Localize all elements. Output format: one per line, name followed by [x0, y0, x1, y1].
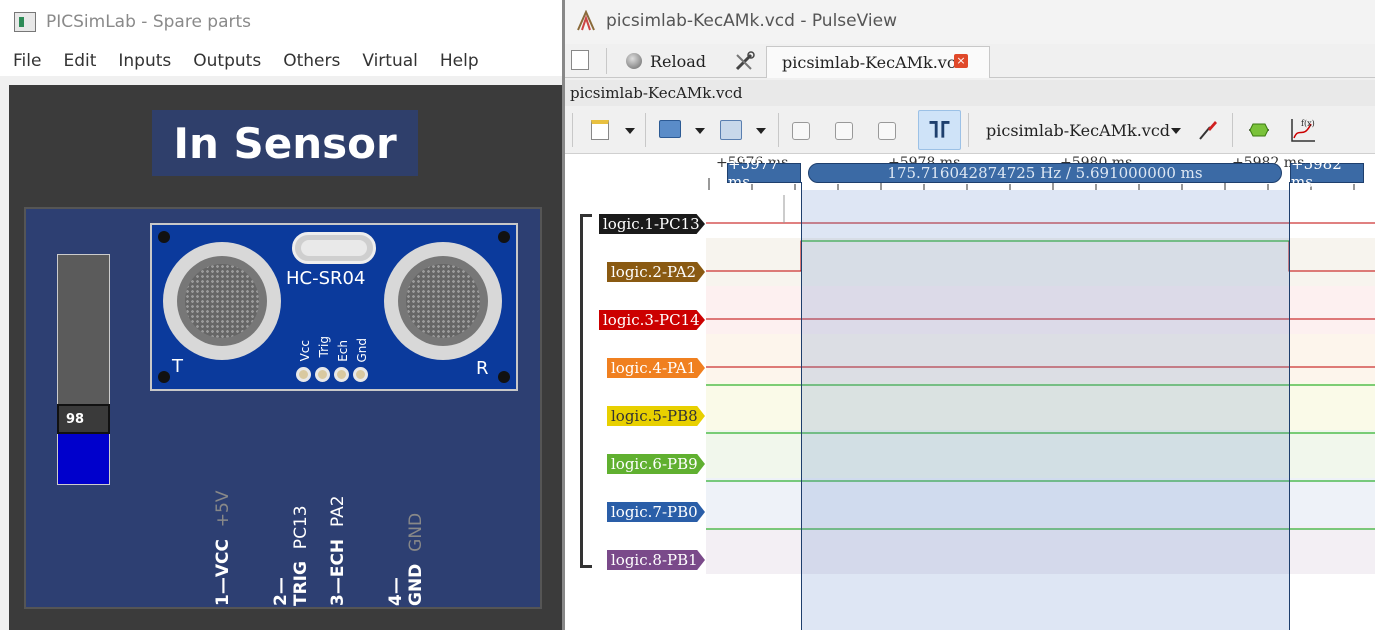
pin-pad-icon	[296, 367, 311, 382]
cursor-left-line[interactable]	[801, 182, 802, 630]
conn-name: GND	[406, 563, 426, 606]
chevron-down-icon[interactable]	[695, 128, 705, 134]
cursor-selection-region	[801, 190, 1290, 630]
cursor-left-flag[interactable]: +5977 ms	[727, 155, 801, 191]
distance-slider-thumb[interactable]: 98	[57, 404, 110, 434]
conn-name: TRIG	[291, 561, 311, 606]
save-icon[interactable]	[720, 120, 742, 140]
pin-pad-icon	[334, 367, 349, 382]
reload-icon	[626, 53, 642, 69]
signal-tag-logic7[interactable]: logic.7-PB0	[607, 502, 705, 522]
right-window-title: picsimlab-KecAMk.vcd - PulseView	[606, 11, 897, 31]
probe-icon[interactable]	[1196, 118, 1220, 142]
zoom-out-icon[interactable]	[835, 122, 853, 140]
reload-button[interactable]: Reload	[620, 46, 730, 76]
signal-tag-logic3[interactable]: logic.3-PC14	[599, 310, 705, 330]
mount-hole-icon	[498, 371, 510, 383]
receiver-label: R	[476, 358, 489, 379]
toolbar-separator	[645, 113, 646, 147]
toolbar-separator	[778, 113, 779, 147]
cursor-icon	[929, 120, 950, 138]
conn-signal: GND	[406, 512, 426, 552]
menu-file[interactable]: File	[13, 51, 41, 71]
chevron-down-icon[interactable]	[756, 128, 766, 134]
pin-label-vcc: Vcc	[298, 340, 312, 362]
svg-text:f(x): f(x)	[1301, 119, 1315, 128]
conn-num: 2	[271, 594, 291, 606]
menu-help[interactable]: Help	[440, 51, 479, 71]
toolbar-separator	[1232, 113, 1233, 147]
connection-vcc[interactable]: 1—VCC +5V	[213, 488, 233, 607]
signal-tag-logic8[interactable]: logic.8-PB1	[607, 550, 705, 570]
pin-label-gnd: Gnd	[355, 338, 369, 363]
conn-num: 4	[386, 594, 406, 606]
new-view-icon[interactable]	[591, 120, 609, 140]
zoom-fit-icon[interactable]	[878, 122, 896, 140]
sensor-title: In Sensor	[173, 118, 397, 168]
zoom-in-icon[interactable]	[792, 122, 810, 140]
signal-tag-logic1[interactable]: logic.1-PC13	[599, 214, 705, 234]
menu-others[interactable]: Others	[283, 51, 340, 71]
cursor-right-flag[interactable]: +5982 ms	[1290, 155, 1364, 191]
chevron-down-icon[interactable]	[625, 128, 635, 134]
new-session-icon[interactable]	[571, 50, 589, 70]
signal-group-bracket	[580, 214, 592, 568]
tools-icon[interactable]	[734, 50, 756, 72]
conn-num: 3	[328, 594, 348, 606]
pin-pad-icon	[315, 367, 330, 382]
cursor-measurement[interactable]: 175.716042874725 Hz / 5.691000000 ms	[808, 163, 1282, 183]
conn-signal: PC13	[291, 505, 311, 550]
mount-hole-icon	[158, 231, 170, 243]
conn-signal: PA2	[328, 495, 348, 527]
connection-gnd[interactable]: 4—GND GND	[386, 488, 426, 606]
decoder-icon[interactable]	[1247, 120, 1271, 140]
conn-signal: +5V	[213, 490, 233, 528]
menu-edit[interactable]: Edit	[63, 51, 96, 71]
reload-label: Reload	[650, 51, 707, 71]
conn-name: ECH	[328, 538, 348, 578]
conn-name: VCC	[213, 539, 233, 578]
signal-tag-logic6[interactable]: logic.6-PB9	[607, 454, 705, 474]
menu-virtual[interactable]: Virtual	[362, 51, 418, 71]
picsimlab-app-icon	[14, 12, 36, 32]
toolbar-separator	[572, 113, 573, 147]
transmitter-transducer-icon	[163, 242, 281, 360]
signal-tag-logic5[interactable]: logic.5-PB8	[607, 406, 705, 426]
crystal-highlight	[301, 240, 367, 256]
receiver-transducer-icon	[384, 242, 502, 360]
module-label: HC-SR04	[286, 268, 366, 289]
open-file-icon[interactable]	[659, 120, 681, 138]
close-tab-icon[interactable]: ×	[954, 54, 968, 68]
cursor-right-line[interactable]	[1289, 182, 1290, 630]
connection-ech[interactable]: 3—ECH PA2	[328, 488, 348, 606]
mount-hole-icon	[498, 231, 510, 243]
mount-hole-icon	[158, 371, 170, 383]
signal-tag-logic4[interactable]: logic.4-PA1	[607, 358, 705, 378]
device-selector[interactable]: picsimlab-KecAMk.vcd	[986, 121, 1170, 140]
pin-label-ech: Ech	[336, 340, 350, 362]
pin-label-trig: Trig	[317, 336, 331, 358]
transmitter-label: T	[172, 356, 183, 377]
left-window-title: PICSimLab - Spare parts	[46, 12, 252, 32]
session-title: picsimlab-KecAMk.vcd	[570, 84, 743, 102]
tabbar-separator	[606, 48, 607, 74]
pulseview-app-icon	[577, 10, 595, 31]
toolbar-separator	[968, 113, 969, 147]
session-tab-label: picsimlab-KecAMk.vcd	[782, 53, 967, 72]
menu-outputs[interactable]: Outputs	[193, 51, 261, 71]
menu-inputs[interactable]: Inputs	[118, 51, 171, 71]
conn-num: 1	[213, 594, 233, 606]
show-cursors-button[interactable]	[918, 110, 961, 150]
connection-trig[interactable]: 2—TRIG PC13	[271, 488, 311, 606]
signal-tag-logic2[interactable]: logic.2-PA2	[607, 262, 705, 282]
chevron-down-icon[interactable]	[1171, 128, 1181, 134]
distance-slider-fill	[58, 430, 109, 484]
pin-pad-icon	[353, 367, 368, 382]
left-menubar: File Edit Inputs Outputs Others Virtual …	[0, 46, 562, 76]
math-function-icon[interactable]: f(x)	[1289, 116, 1317, 144]
